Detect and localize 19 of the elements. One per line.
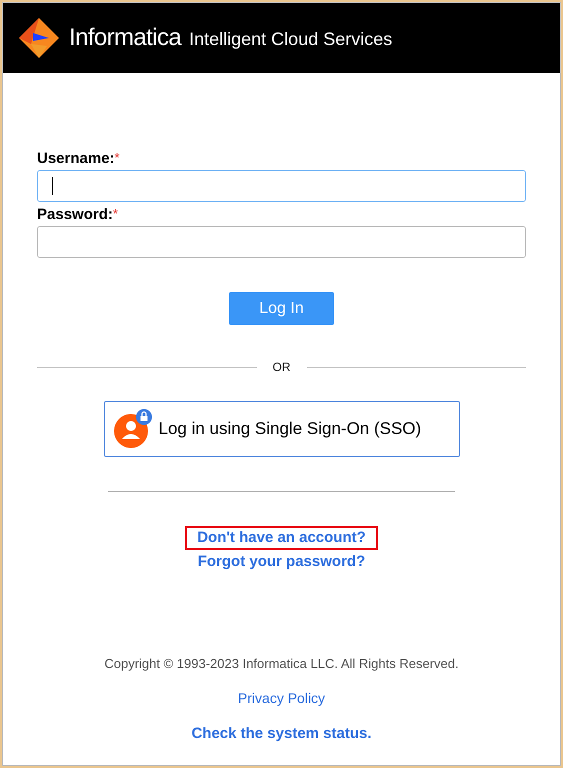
status-link[interactable]: Check the system status. — [191, 722, 372, 745]
field-label: Password: — [37, 205, 113, 225]
highlighted-link[interactable]: Don't have an account? — [185, 526, 378, 550]
product-name: Intelligent Cloud Services — [189, 28, 392, 51]
copyright-text: Copyright © 1993-2023 Informatica LLC. All Rights Reserved. — [104, 655, 459, 673]
user-lock-icon — [112, 409, 152, 449]
field-label: Username: — [37, 149, 115, 169]
separator-text: OR — [272, 359, 292, 376]
sso-button[interactable]: Log in using Single Sign-On (SSO) — [104, 401, 460, 457]
link[interactable]: Forgot your password? — [186, 550, 378, 574]
input-field[interactable] — [37, 170, 526, 202]
privacy-link[interactable]: Privacy Policy — [238, 688, 326, 708]
logo-icon — [17, 16, 61, 60]
input-field[interactable] — [37, 226, 526, 258]
brand-name: Informatica — [69, 23, 182, 53]
text-cursor — [52, 177, 53, 195]
required-mark: * — [114, 149, 120, 167]
login-button[interactable]: Log In — [229, 292, 334, 325]
required-mark: * — [112, 205, 118, 223]
